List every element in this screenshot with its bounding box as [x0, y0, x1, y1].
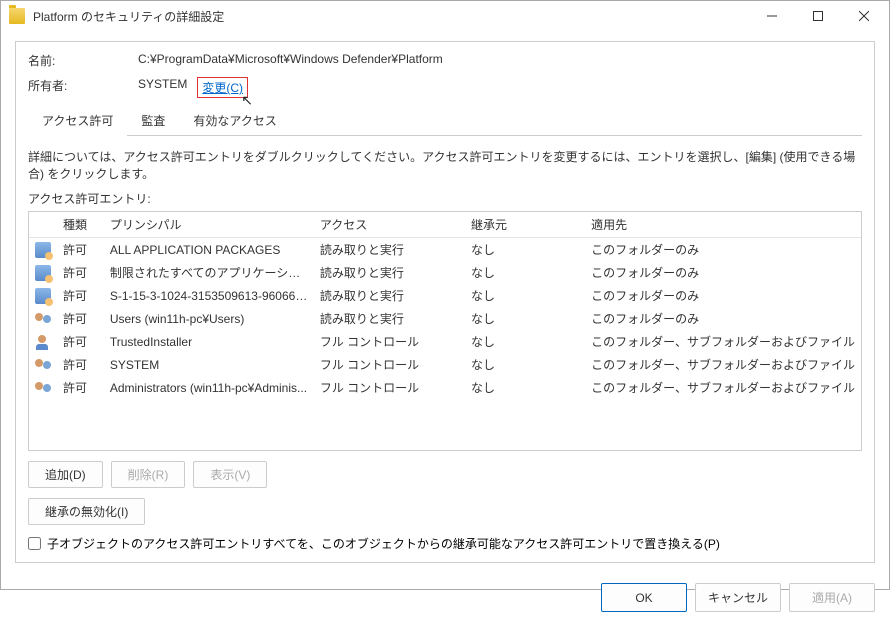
view-button[interactable]: 表示(V) [193, 461, 267, 488]
cell-applies: このフォルダーのみ [585, 284, 861, 307]
cell-applies: このフォルダーのみ [585, 307, 861, 330]
col-icon[interactable] [29, 212, 57, 238]
permission-entries-list[interactable]: 種類 プリンシパル アクセス 継承元 適用先 許可ALL APPLICATION… [28, 211, 862, 451]
cell-inherited: なし [465, 284, 585, 307]
principal-icon [35, 357, 51, 373]
cell-principal: 制限されたすべてのアプリケーション パッケ... [104, 261, 314, 284]
tab-strip: アクセス許可 監査 有効なアクセス [28, 106, 862, 136]
cell-type: 許可 [57, 330, 104, 353]
cell-inherited: なし [465, 238, 585, 262]
apply-button[interactable]: 適用(A) [789, 583, 875, 612]
titlebar: Platform のセキュリティの詳細設定 [1, 1, 889, 31]
table-row[interactable]: 許可ALL APPLICATION PACKAGES読み取りと実行なしこのフォル… [29, 238, 861, 262]
col-principal[interactable]: プリンシパル [104, 212, 314, 238]
cell-principal: TrustedInstaller [104, 330, 314, 353]
cancel-button[interactable]: キャンセル [695, 583, 781, 612]
close-button[interactable] [841, 1, 887, 31]
table-row[interactable]: 許可Users (win11h-pc¥Users)読み取りと実行なしこのフォルダ… [29, 307, 861, 330]
cell-applies: このフォルダー、サブフォルダーおよびファイル [585, 353, 861, 376]
cell-access: 読み取りと実行 [314, 238, 465, 262]
cell-type: 許可 [57, 307, 104, 330]
ok-button[interactable]: OK [601, 583, 687, 612]
principal-icon [35, 242, 51, 258]
instructions-text: 詳細については、アクセス許可エントリをダブルクリックしてください。アクセス許可エ… [28, 148, 862, 182]
cell-inherited: なし [465, 330, 585, 353]
table-row[interactable]: 許可制限されたすべてのアプリケーション パッケ...読み取りと実行なしこのフォル… [29, 261, 861, 284]
window-title: Platform のセキュリティの詳細設定 [33, 8, 749, 25]
col-type[interactable]: 種類 [57, 212, 104, 238]
disable-inheritance-button[interactable]: 継承の無効化(I) [28, 498, 145, 525]
cell-principal: Users (win11h-pc¥Users) [104, 307, 314, 330]
name-label: 名前: [28, 52, 138, 69]
table-row[interactable]: 許可SYSTEMフル コントロールなしこのフォルダー、サブフォルダーおよびファイ… [29, 353, 861, 376]
cell-inherited: なし [465, 307, 585, 330]
maximize-button[interactable] [795, 1, 841, 31]
principal-icon [35, 334, 51, 350]
main-panel: 名前: C:¥ProgramData¥Microsoft¥Windows Def… [15, 41, 875, 563]
replace-child-permissions-checkbox[interactable] [28, 537, 41, 550]
change-owner-link[interactable]: 変更(C) ↖ [197, 77, 248, 98]
cell-inherited: なし [465, 261, 585, 284]
cell-type: 許可 [57, 238, 104, 262]
cell-access: フル コントロール [314, 353, 465, 376]
col-access[interactable]: アクセス [314, 212, 465, 238]
cell-applies: このフォルダー、サブフォルダーおよびファイル [585, 376, 861, 399]
tab-permissions[interactable]: アクセス許可 [28, 106, 127, 137]
cell-type: 許可 [57, 261, 104, 284]
principal-icon [35, 380, 51, 396]
cell-type: 許可 [57, 376, 104, 399]
cell-principal: S-1-15-3-1024-3153509613-9606667... [104, 284, 314, 307]
cell-principal: Administrators (win11h-pc¥Adminis... [104, 376, 314, 399]
cell-principal: ALL APPLICATION PACKAGES [104, 238, 314, 262]
owner-label: 所有者: [28, 77, 138, 98]
cell-access: フル コントロール [314, 330, 465, 353]
col-inherited[interactable]: 継承元 [465, 212, 585, 238]
owner-value: SYSTEM [138, 77, 187, 98]
principal-icon [35, 265, 51, 281]
replace-child-permissions-label[interactable]: 子オブジェクトのアクセス許可エントリすべてを、このオブジェクトからの継承可能なア… [47, 535, 720, 552]
cell-applies: このフォルダー、サブフォルダーおよびファイル [585, 330, 861, 353]
minimize-button[interactable] [749, 1, 795, 31]
cell-inherited: なし [465, 376, 585, 399]
cell-type: 許可 [57, 353, 104, 376]
cell-applies: このフォルダーのみ [585, 238, 861, 262]
tab-effective-access[interactable]: 有効なアクセス [179, 106, 290, 136]
table-row[interactable]: 許可S-1-15-3-1024-3153509613-9606667...読み取… [29, 284, 861, 307]
table-row[interactable]: 許可Administrators (win11h-pc¥Adminis...フル… [29, 376, 861, 399]
cell-access: 読み取りと実行 [314, 307, 465, 330]
name-value: C:¥ProgramData¥Microsoft¥Windows Defende… [138, 52, 443, 69]
cell-access: 読み取りと実行 [314, 261, 465, 284]
remove-button[interactable]: 削除(R) [111, 461, 186, 488]
cell-principal: SYSTEM [104, 353, 314, 376]
entries-label: アクセス許可エントリ: [28, 190, 862, 207]
cell-inherited: なし [465, 353, 585, 376]
change-link-text: 変更(C) [202, 81, 243, 95]
cell-access: フル コントロール [314, 376, 465, 399]
cell-access: 読み取りと実行 [314, 284, 465, 307]
cell-type: 許可 [57, 284, 104, 307]
table-row[interactable]: 許可TrustedInstallerフル コントロールなしこのフォルダー、サブフ… [29, 330, 861, 353]
tab-audit[interactable]: 監査 [127, 106, 179, 136]
principal-icon [35, 288, 51, 304]
cell-applies: このフォルダーのみ [585, 261, 861, 284]
dialog-footer: OK キャンセル 適用(A) [1, 573, 889, 624]
add-button[interactable]: 追加(D) [28, 461, 103, 488]
col-applies[interactable]: 適用先 [585, 212, 861, 238]
folder-icon [9, 8, 25, 24]
principal-icon [35, 311, 51, 327]
